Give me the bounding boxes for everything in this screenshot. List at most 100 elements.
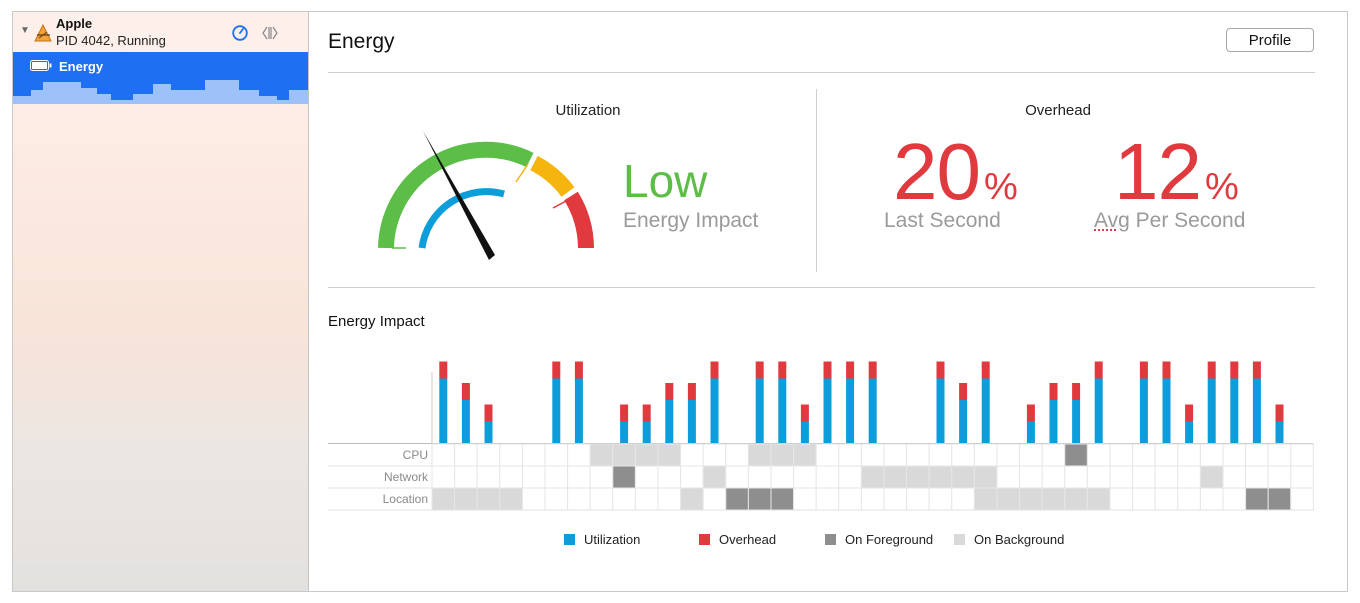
- process-row[interactable]: ▼ Apple PID 4042, Running: [13, 12, 308, 52]
- activity-cell: [996, 487, 1021, 511]
- activity-cell: [680, 487, 704, 511]
- activity-cell: [1267, 465, 1292, 489]
- activity-cell: [1199, 465, 1224, 489]
- activity-cell: [431, 487, 456, 511]
- legend-overhead: Overhead: [699, 532, 776, 547]
- activity-cell: [589, 443, 614, 467]
- overhead-bar: [1026, 404, 1035, 422]
- overhead-bar: [1072, 383, 1081, 400]
- utilization-bar: [620, 421, 629, 443]
- activity-cell: [928, 465, 953, 489]
- process-detail: PID 4042, Running: [56, 33, 166, 48]
- activity-cell: [793, 443, 817, 467]
- debug-navigator-window: ▼ Apple PID 4042, Running Energy Energy …: [12, 11, 1348, 592]
- utilization-bar: [959, 400, 968, 443]
- disclosure-triangle-icon[interactable]: ▼: [20, 25, 30, 36]
- row-label: CPU: [403, 448, 428, 462]
- activity-cell: [747, 443, 772, 467]
- utilization-bar: [552, 378, 561, 443]
- activity-cell: [1290, 443, 1314, 467]
- utilization-bar: [574, 378, 583, 443]
- overhead-bar: [439, 361, 448, 379]
- activity-cell: [544, 443, 569, 467]
- utilization-bar: [1072, 400, 1081, 443]
- overhead-avg-value: 12%: [1114, 127, 1239, 216]
- energy-report: Energy Profile Utilization Low Energy Im…: [308, 12, 1347, 591]
- energy-impact-title: Energy Impact: [328, 313, 425, 330]
- activity-cell: [747, 487, 772, 511]
- activity-cell: [634, 487, 659, 511]
- debug-gauges-icon[interactable]: [232, 25, 248, 41]
- profile-button[interactable]: Profile: [1226, 28, 1314, 52]
- activity-cell: [612, 487, 636, 511]
- activity-cell: [1109, 443, 1134, 467]
- activity-cell: [544, 465, 569, 489]
- activity-cell: [1086, 465, 1111, 489]
- activity-cell: [973, 443, 998, 467]
- utilization-bar: [1252, 378, 1261, 443]
- utilization-bar: [1139, 378, 1148, 443]
- activity-cell: [454, 443, 478, 467]
- activity-cell: [1245, 487, 1269, 511]
- activity-cell: [725, 465, 749, 489]
- sidebar-item-energy[interactable]: Energy: [13, 52, 308, 104]
- activity-cell: [634, 465, 659, 489]
- activity-cell: [612, 443, 636, 467]
- overhead-bar: [461, 383, 470, 400]
- activity-cell: [476, 443, 501, 467]
- activity-cell: [476, 487, 501, 511]
- activity-cell: [680, 443, 704, 467]
- activity-cell: [521, 443, 546, 467]
- activity-cell: [1222, 465, 1247, 489]
- activity-cell: [996, 465, 1021, 489]
- activity-cell: [860, 443, 885, 467]
- activity-cell: [906, 465, 930, 489]
- activity-cell: [860, 487, 885, 511]
- activity-cell: [1290, 487, 1314, 511]
- utilization-bar: [778, 378, 787, 443]
- overhead-bar: [552, 361, 561, 379]
- activity-cell: [1064, 465, 1088, 489]
- overhead-bar: [1094, 361, 1103, 379]
- activity-cell: [770, 443, 795, 467]
- activity-cell: [1245, 465, 1269, 489]
- utilization-bar: [710, 378, 719, 443]
- activity-cell: [1154, 443, 1179, 467]
- activity-cell: [702, 443, 727, 467]
- activity-cell: [951, 465, 975, 489]
- activity-cell: [1199, 487, 1224, 511]
- sidebar-item-label: Energy: [59, 59, 104, 74]
- activity-cell: [702, 487, 727, 511]
- activity-cell: [1086, 443, 1111, 467]
- activity-cell: [567, 443, 591, 467]
- utilization-bar: [484, 421, 493, 443]
- activity-cell: [1064, 443, 1088, 467]
- activity-cell: [883, 443, 908, 467]
- activity-cell: [634, 443, 659, 467]
- overhead-bar: [981, 361, 990, 379]
- split-view-icon[interactable]: [261, 25, 279, 41]
- legend-swatch: [699, 534, 710, 545]
- activity-cell: [1267, 443, 1292, 467]
- activity-cell: [1041, 465, 1066, 489]
- activity-cell: [906, 443, 930, 467]
- legend-swatch: [825, 534, 836, 545]
- overhead-bar: [1162, 361, 1171, 379]
- activity-cell: [725, 443, 749, 467]
- activity-cell: [657, 443, 682, 467]
- activity-cell: [1199, 443, 1224, 467]
- activity-cell: [928, 487, 953, 511]
- activity-cell: [951, 487, 975, 511]
- activity-cell: [1132, 487, 1156, 511]
- activity-cell: [860, 465, 885, 489]
- overhead-bar: [620, 404, 629, 422]
- overhead-bar: [868, 361, 877, 379]
- last-second-label: Last Second: [884, 209, 1001, 232]
- activity-cell: [815, 465, 840, 489]
- activity-cell: [1154, 465, 1179, 489]
- activity-cell: [657, 487, 682, 511]
- utilization-bar: [936, 378, 945, 443]
- activity-cell: [567, 465, 591, 489]
- activity-cell: [431, 443, 456, 467]
- activity-cell: [521, 487, 546, 511]
